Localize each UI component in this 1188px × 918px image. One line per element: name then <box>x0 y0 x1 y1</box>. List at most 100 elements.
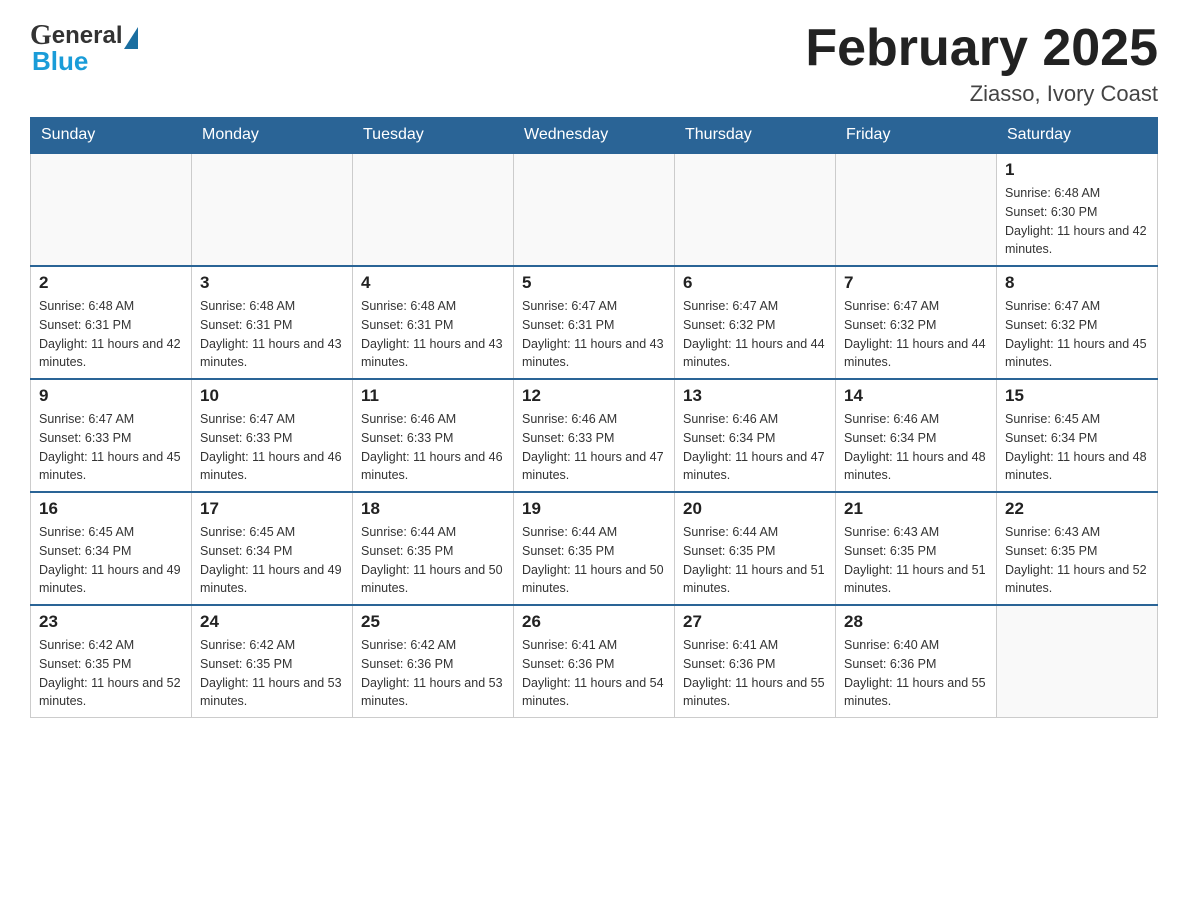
month-title: February 2025 <box>805 20 1158 77</box>
day-number: 15 <box>1005 386 1149 406</box>
day-number: 11 <box>361 386 505 406</box>
day-number: 13 <box>683 386 827 406</box>
day-info: Sunrise: 6:44 AM Sunset: 6:35 PM Dayligh… <box>683 523 827 598</box>
week-row-2: 9 Sunrise: 6:47 AM Sunset: 6:33 PM Daylig… <box>31 379 1158 492</box>
day-number: 10 <box>200 386 344 406</box>
calendar-cell: 21 Sunrise: 6:43 AM Sunset: 6:35 PM Dayli… <box>836 492 997 605</box>
day-number: 25 <box>361 612 505 632</box>
day-info: Sunrise: 6:47 AM Sunset: 6:32 PM Dayligh… <box>844 297 988 372</box>
day-number: 18 <box>361 499 505 519</box>
day-info: Sunrise: 6:45 AM Sunset: 6:34 PM Dayligh… <box>39 523 183 598</box>
header-saturday: Saturday <box>997 118 1158 154</box>
calendar-cell: 10 Sunrise: 6:47 AM Sunset: 6:33 PM Dayli… <box>192 379 353 492</box>
week-row-0: 1 Sunrise: 6:48 AM Sunset: 6:30 PM Daylig… <box>31 153 1158 266</box>
day-number: 12 <box>522 386 666 406</box>
day-number: 5 <box>522 273 666 293</box>
calendar-cell: 18 Sunrise: 6:44 AM Sunset: 6:35 PM Dayli… <box>353 492 514 605</box>
calendar-cell: 4 Sunrise: 6:48 AM Sunset: 6:31 PM Daylig… <box>353 266 514 379</box>
calendar-cell: 26 Sunrise: 6:41 AM Sunset: 6:36 PM Dayli… <box>514 605 675 718</box>
day-number: 14 <box>844 386 988 406</box>
day-number: 4 <box>361 273 505 293</box>
calendar-cell: 27 Sunrise: 6:41 AM Sunset: 6:36 PM Dayli… <box>675 605 836 718</box>
day-info: Sunrise: 6:41 AM Sunset: 6:36 PM Dayligh… <box>522 636 666 711</box>
day-number: 9 <box>39 386 183 406</box>
calendar-cell: 17 Sunrise: 6:45 AM Sunset: 6:34 PM Dayli… <box>192 492 353 605</box>
logo-blue-text: Blue <box>32 46 139 77</box>
calendar-cell: 9 Sunrise: 6:47 AM Sunset: 6:33 PM Daylig… <box>31 379 192 492</box>
week-row-3: 16 Sunrise: 6:45 AM Sunset: 6:34 PM Dayli… <box>31 492 1158 605</box>
day-info: Sunrise: 6:42 AM Sunset: 6:36 PM Dayligh… <box>361 636 505 711</box>
calendar-cell: 6 Sunrise: 6:47 AM Sunset: 6:32 PM Daylig… <box>675 266 836 379</box>
day-number: 7 <box>844 273 988 293</box>
calendar-cell <box>31 153 192 266</box>
day-info: Sunrise: 6:45 AM Sunset: 6:34 PM Dayligh… <box>200 523 344 598</box>
calendar-cell: 25 Sunrise: 6:42 AM Sunset: 6:36 PM Dayli… <box>353 605 514 718</box>
header-wednesday: Wednesday <box>514 118 675 154</box>
day-info: Sunrise: 6:48 AM Sunset: 6:30 PM Dayligh… <box>1005 184 1149 259</box>
header-thursday: Thursday <box>675 118 836 154</box>
logo-triangle-icon <box>124 27 138 49</box>
week-row-4: 23Sunrise: 6:42 AM Sunset: 6:35 PM Dayli… <box>31 605 1158 718</box>
day-info: Sunrise: 6:46 AM Sunset: 6:34 PM Dayligh… <box>683 410 827 485</box>
day-number: 3 <box>200 273 344 293</box>
day-info: Sunrise: 6:40 AM Sunset: 6:36 PM Dayligh… <box>844 636 988 711</box>
calendar-cell: 5 Sunrise: 6:47 AM Sunset: 6:31 PM Daylig… <box>514 266 675 379</box>
calendar-cell <box>353 153 514 266</box>
calendar-cell <box>997 605 1158 718</box>
day-info: Sunrise: 6:46 AM Sunset: 6:34 PM Dayligh… <box>844 410 988 485</box>
calendar-cell: 11 Sunrise: 6:46 AM Sunset: 6:33 PM Dayli… <box>353 379 514 492</box>
calendar-table: Sunday Monday Tuesday Wednesday Thursday… <box>30 117 1158 718</box>
day-number: 17 <box>200 499 344 519</box>
day-number: 26 <box>522 612 666 632</box>
day-number: 28 <box>844 612 988 632</box>
days-header-row: Sunday Monday Tuesday Wednesday Thursday… <box>31 118 1158 154</box>
day-info: Sunrise: 6:47 AM Sunset: 6:33 PM Dayligh… <box>200 410 344 485</box>
day-number: 8 <box>1005 273 1149 293</box>
header-friday: Friday <box>836 118 997 154</box>
calendar-cell: 3 Sunrise: 6:48 AM Sunset: 6:31 PM Daylig… <box>192 266 353 379</box>
calendar-cell: 2 Sunrise: 6:48 AM Sunset: 6:31 PM Daylig… <box>31 266 192 379</box>
logo: G eneral Blue <box>30 20 139 77</box>
day-info: Sunrise: 6:48 AM Sunset: 6:31 PM Dayligh… <box>39 297 183 372</box>
header-sunday: Sunday <box>31 118 192 154</box>
calendar-cell: 7 Sunrise: 6:47 AM Sunset: 6:32 PM Daylig… <box>836 266 997 379</box>
day-info: Sunrise: 6:42 AM Sunset: 6:35 PM Dayligh… <box>39 636 183 711</box>
day-info: Sunrise: 6:46 AM Sunset: 6:33 PM Dayligh… <box>361 410 505 485</box>
day-info: Sunrise: 6:47 AM Sunset: 6:33 PM Dayligh… <box>39 410 183 485</box>
day-info: Sunrise: 6:43 AM Sunset: 6:35 PM Dayligh… <box>844 523 988 598</box>
day-number: 6 <box>683 273 827 293</box>
calendar-cell: 12Sunrise: 6:46 AM Sunset: 6:33 PM Dayli… <box>514 379 675 492</box>
day-number: 21 <box>844 499 988 519</box>
day-info: Sunrise: 6:43 AM Sunset: 6:35 PM Dayligh… <box>1005 523 1149 598</box>
calendar-cell: 15Sunrise: 6:45 AM Sunset: 6:34 PM Dayli… <box>997 379 1158 492</box>
day-number: 2 <box>39 273 183 293</box>
header-tuesday: Tuesday <box>353 118 514 154</box>
day-number: 1 <box>1005 160 1149 180</box>
day-info: Sunrise: 6:47 AM Sunset: 6:32 PM Dayligh… <box>683 297 827 372</box>
day-number: 20 <box>683 499 827 519</box>
title-block: February 2025 Ziasso, Ivory Coast <box>805 20 1158 107</box>
header-monday: Monday <box>192 118 353 154</box>
calendar-cell: 19Sunrise: 6:44 AM Sunset: 6:35 PM Dayli… <box>514 492 675 605</box>
day-info: Sunrise: 6:44 AM Sunset: 6:35 PM Dayligh… <box>361 523 505 598</box>
day-info: Sunrise: 6:48 AM Sunset: 6:31 PM Dayligh… <box>361 297 505 372</box>
calendar-cell: 20 Sunrise: 6:44 AM Sunset: 6:35 PM Dayli… <box>675 492 836 605</box>
day-info: Sunrise: 6:47 AM Sunset: 6:31 PM Dayligh… <box>522 297 666 372</box>
day-info: Sunrise: 6:47 AM Sunset: 6:32 PM Dayligh… <box>1005 297 1149 372</box>
calendar-cell <box>514 153 675 266</box>
calendar-cell: 23Sunrise: 6:42 AM Sunset: 6:35 PM Dayli… <box>31 605 192 718</box>
day-number: 27 <box>683 612 827 632</box>
day-info: Sunrise: 6:41 AM Sunset: 6:36 PM Dayligh… <box>683 636 827 711</box>
day-info: Sunrise: 6:44 AM Sunset: 6:35 PM Dayligh… <box>522 523 666 598</box>
day-number: 22 <box>1005 499 1149 519</box>
day-info: Sunrise: 6:42 AM Sunset: 6:35 PM Dayligh… <box>200 636 344 711</box>
calendar-cell: 8 Sunrise: 6:47 AM Sunset: 6:32 PM Daylig… <box>997 266 1158 379</box>
calendar-cell: 28 Sunrise: 6:40 AM Sunset: 6:36 PM Dayli… <box>836 605 997 718</box>
day-number: 16 <box>39 499 183 519</box>
calendar-cell <box>836 153 997 266</box>
calendar-cell: 16 Sunrise: 6:45 AM Sunset: 6:34 PM Dayli… <box>31 492 192 605</box>
calendar-cell <box>192 153 353 266</box>
calendar-cell <box>675 153 836 266</box>
day-info: Sunrise: 6:48 AM Sunset: 6:31 PM Dayligh… <box>200 297 344 372</box>
calendar-cell: 13 Sunrise: 6:46 AM Sunset: 6:34 PM Dayli… <box>675 379 836 492</box>
